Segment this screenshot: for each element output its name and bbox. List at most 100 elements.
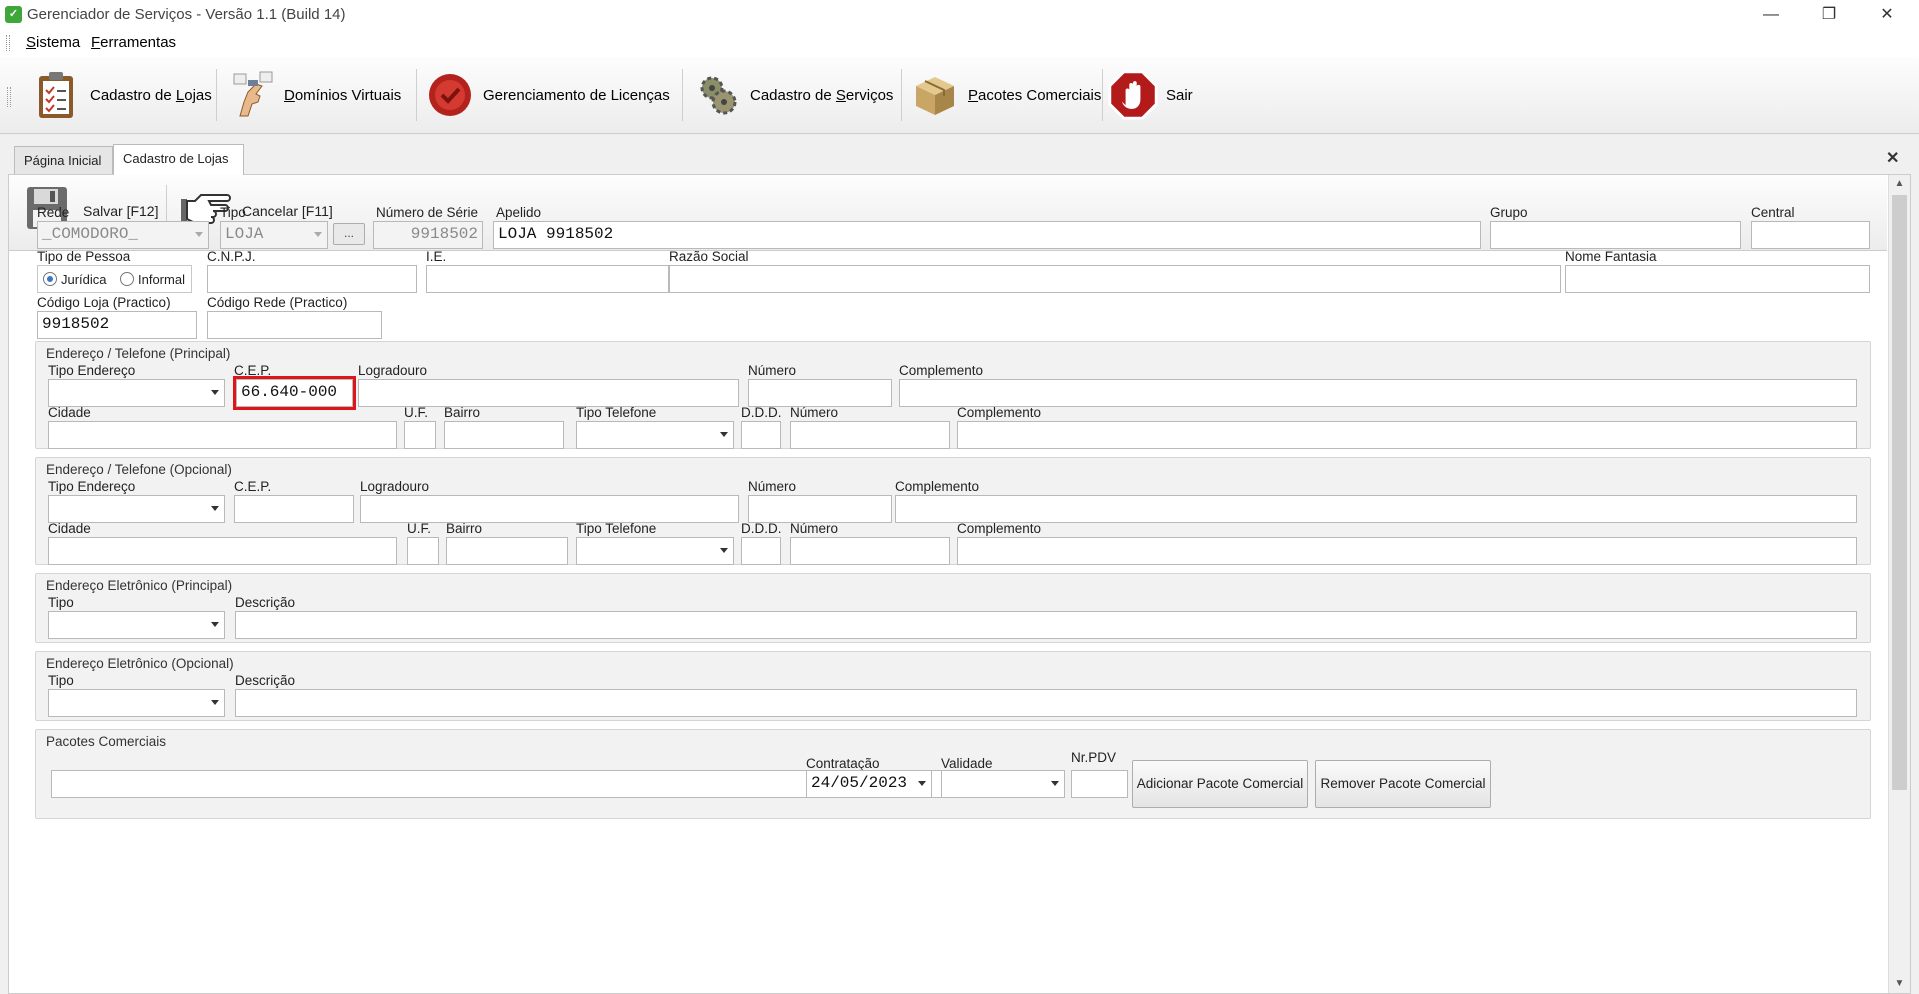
vertical-scrollbar[interactable]: ▲ ▼ [1888,175,1910,993]
codigo-loja-input[interactable]: 9918502 [37,311,197,339]
descricao-input[interactable] [235,689,1857,717]
uf-input[interactable] [404,421,436,449]
wax-seal-icon [425,70,475,120]
nome-fantasia-input[interactable] [1565,265,1870,293]
grupo-input[interactable] [1490,221,1741,249]
numero-telefone-input[interactable] [790,421,950,449]
remove-pacote-button[interactable]: Remover Pacote Comercial [1315,760,1491,808]
save-button[interactable]: Salvar [F12] [83,203,158,219]
codigo-rede-input[interactable] [207,311,382,339]
menu-sistema[interactable]: Sistema [26,34,80,51]
rede-label: Rede [37,205,70,220]
validade-select[interactable] [941,770,1065,798]
chevron-down-icon [211,700,219,705]
tab-strip: Página Inicial Cadastro de Lojas ✕ [0,134,1919,175]
cancel-button[interactable]: Cancelar [F11] [242,203,333,219]
tipo-telefone-select[interactable] [576,421,734,449]
ie-label: I.E. [426,249,447,264]
dominios-virtuais-button[interactable]: Domínios Virtuais [226,65,401,125]
eletronico-opcional-group: Endereço Eletrônico (Opcional) Tipo Desc… [35,651,1871,721]
tipo-endereco-label: Tipo Endereço [48,363,136,378]
close-window-button[interactable]: ✕ [1864,3,1910,27]
apelido-label: Apelido [496,205,542,220]
cadastro-lojas-button[interactable]: Cadastro de Lojas [32,65,212,125]
add-pacote-button[interactable]: Adicionar Pacote Comercial [1132,760,1308,808]
close-tab-icon[interactable]: ✕ [1886,148,1899,168]
codigo-loja-label: Código Loja (Practico) [37,295,171,310]
cep-input[interactable] [234,495,354,523]
gears-icon [692,70,742,120]
scroll-up-arrow-icon[interactable]: ▲ [1889,175,1910,193]
logradouro-input[interactable] [358,379,739,407]
minimize-button[interactable]: — [1748,3,1794,27]
tipo-select[interactable]: LOJA [220,221,328,249]
numero-telefone-input[interactable] [790,537,950,565]
browse-button[interactable]: ... [333,223,365,245]
contratacao-date[interactable]: 24/05/2023 [806,770,932,798]
cidade-label: Cidade [48,521,91,536]
central-input[interactable] [1751,221,1870,249]
ddd-input[interactable] [741,537,781,565]
cidade-input[interactable] [48,537,397,565]
title-bar: ✓ Gerenciador de Serviços - Versão 1.1 (… [0,0,1919,30]
tipo-select[interactable] [48,689,225,717]
apelido-input[interactable]: LOJA 9918502 [493,221,1481,249]
scroll-thumb[interactable] [1892,195,1907,790]
contratacao-label: Contratação [806,756,880,771]
descricao-label: Descrição [235,673,296,688]
numero-input[interactable] [748,495,892,523]
cnpj-input[interactable] [207,265,417,293]
cep-input[interactable]: 66.640-000 [233,376,356,410]
group-title: Endereço / Telefone (Principal) [46,346,231,361]
descricao-input[interactable] [235,611,1857,639]
numero-telefone-label: Número [790,405,839,420]
rede-select[interactable]: _COMODORO_ [37,221,209,249]
cadastro-servicos-button[interactable]: Cadastro de Serviços [692,65,893,125]
bairro-input[interactable] [446,537,568,565]
complemento-label: Complemento [899,363,984,378]
sair-button[interactable]: Sair [1108,65,1193,125]
bairro-input[interactable] [444,421,564,449]
tipo-endereco-select[interactable] [48,379,225,407]
complemento-input[interactable] [899,379,1857,407]
nr-pdv-input[interactable] [1071,770,1128,798]
informal-label[interactable]: Informal [138,272,185,287]
tab-cadastro-lojas[interactable]: Cadastro de Lojas [113,144,244,175]
informal-radio[interactable] [120,272,134,286]
numero-input[interactable] [748,379,892,407]
cidade-input[interactable] [48,421,397,449]
complemento-input[interactable] [895,495,1857,523]
tipo-endereco-select[interactable] [48,495,225,523]
scroll-down-arrow-icon[interactable]: ▼ [1889,975,1910,993]
restore-button[interactable]: ❐ [1806,3,1852,27]
menu-ferramentas[interactable]: Ferramentas [91,34,176,51]
sair-label: Sair [1166,86,1193,104]
tipo-select[interactable] [48,611,225,639]
juridica-label[interactable]: Jurídica [61,272,107,287]
toolbar-separator [416,69,417,121]
endereco-principal-group: Endereço / Telefone (Principal) Tipo End… [35,341,1871,449]
uf-input[interactable] [407,537,439,565]
juridica-radio[interactable] [43,272,57,286]
pointing-hand-icon [226,70,276,120]
logradouro-input[interactable] [360,495,739,523]
pacotes-comerciais-button[interactable]: Pacotes Comerciais [910,65,1101,125]
chevron-down-icon [211,622,219,627]
gerenciamento-licencas-button[interactable]: Gerenciamento de Licenças [425,65,670,125]
numero-serie-input[interactable]: 9918502 [373,221,483,249]
ddd-input[interactable] [741,421,781,449]
nr-pdv-label: Nr.PDV [1071,750,1117,765]
tipo-label: Tipo [220,205,246,220]
razao-social-input[interactable] [669,265,1561,293]
tipo-telefone-label: Tipo Telefone [576,405,657,420]
complemento-telefone-input[interactable] [957,537,1857,565]
chevron-down-icon [720,432,728,437]
tipo-telefone-select[interactable] [576,537,734,565]
group-title: Endereço Eletrônico (Opcional) [46,656,234,671]
complemento-telefone-input[interactable] [957,421,1857,449]
chevron-down-icon [1051,781,1059,786]
ie-input[interactable] [426,265,669,293]
tipo-telefone-label: Tipo Telefone [576,521,657,536]
tipo-label: Tipo [48,595,74,610]
tab-pagina-inicial[interactable]: Página Inicial [14,146,113,175]
